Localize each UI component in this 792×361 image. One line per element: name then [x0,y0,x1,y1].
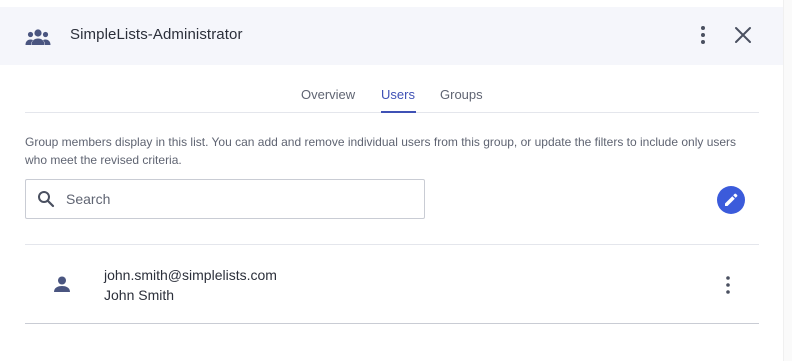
more-vert-icon [701,26,705,44]
group-icon [25,27,51,47]
person-icon [52,275,72,295]
tab-overview[interactable]: Overview [301,87,355,113]
more-vert-icon [726,276,730,294]
scrollbar-track[interactable] [783,0,792,361]
page-top-edge [0,0,792,7]
tab-bar: Overview Users Groups [25,84,759,113]
more-options-button[interactable] [694,23,712,47]
list-item[interactable]: john.smith@simplelists.com John Smith [25,245,759,323]
tab-groups[interactable]: Groups [440,87,483,113]
edit-filters-button[interactable] [717,186,745,214]
search-icon [37,190,55,208]
dialog-title: SimpleLists-Administrator [70,26,243,43]
search-field[interactable] [25,179,425,219]
list-divider [25,323,759,324]
dialog-header: SimpleLists-Administrator [0,7,783,65]
active-tab-indicator [381,111,416,113]
close-button[interactable] [732,24,754,46]
close-icon [735,27,751,43]
search-input[interactable] [66,188,416,210]
user-email: john.smith@simplelists.com [104,267,277,283]
tab-users[interactable]: Users [381,87,415,113]
user-more-options-button[interactable] [720,274,736,296]
user-name: John Smith [104,287,175,303]
pencil-icon [725,193,738,206]
group-members-description: Group members display in this list. You … [25,135,737,167]
